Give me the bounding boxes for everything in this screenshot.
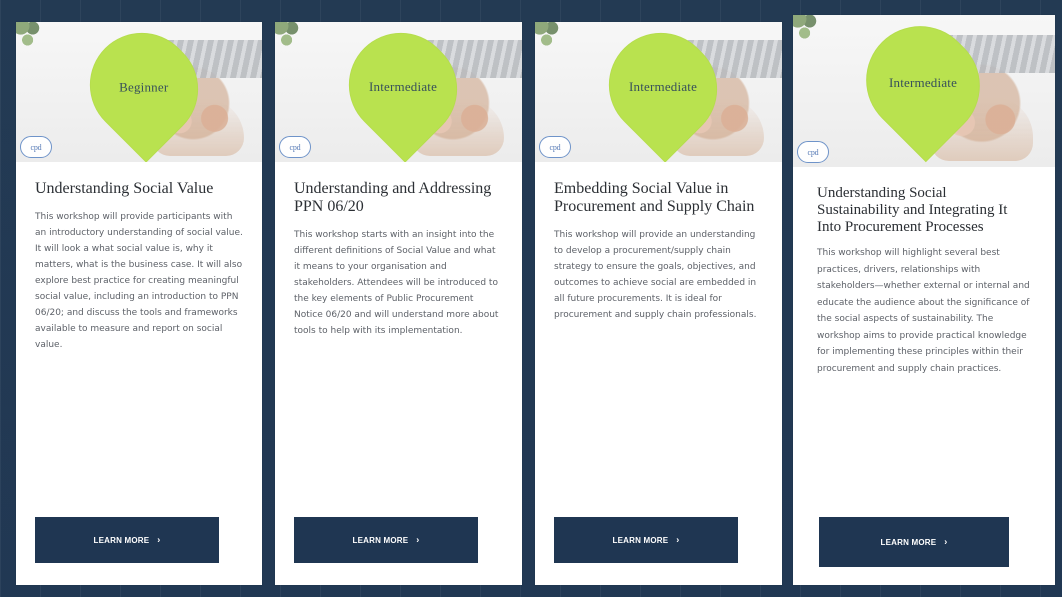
card-hero-image: Intermediate cpd [793, 15, 1055, 167]
card-title: Understanding Social Sustainability and … [817, 185, 1008, 235]
course-card-intermediate-sustainability: Intermediate cpd Understanding Social Su… [793, 15, 1055, 585]
card-description: This workshop will highlight several bes… [817, 248, 1030, 374]
card-title: Understanding and Addressing PPN 06/20 [294, 180, 492, 215]
card-content: Understanding Social Sustainability and … [793, 167, 1055, 377]
card-content: Understanding and Addressing PPN 06/20 T… [275, 162, 522, 339]
card-content: Understanding Social Value This workshop… [16, 162, 262, 353]
course-card-page: Beginner cpd Understanding Social Value … [0, 0, 1062, 597]
plant-icon [793, 15, 825, 51]
learn-more-button[interactable]: LEARN MORE › [819, 517, 1009, 567]
level-badge-label: Intermediate [628, 79, 698, 94]
card-description: This workshop starts with an insight int… [294, 230, 499, 336]
card-title: Understanding Social Value [35, 180, 214, 197]
card-hero-image: Intermediate cpd [275, 22, 522, 162]
cpd-logo-text: cpd [807, 147, 819, 157]
learn-more-button[interactable]: LEARN MORE › [35, 517, 219, 563]
level-badge-label: Intermediate [888, 75, 958, 90]
cpd-logo-text: cpd [549, 142, 561, 152]
cpd-logo-text: cpd [289, 142, 301, 152]
learn-more-button[interactable]: LEARN MORE › [554, 517, 738, 563]
level-badge-label: Intermediate [368, 79, 438, 94]
card-hero-image: Beginner cpd [16, 22, 262, 162]
cpd-logo-text: cpd [30, 142, 42, 152]
learn-more-label: LEARN MORE [880, 537, 937, 547]
course-cards-grid: Beginner cpd Understanding Social Value … [0, 0, 1062, 597]
cpd-logo-icon: cpd [279, 136, 311, 158]
chevron-right-icon: › [416, 534, 420, 544]
learn-more-label: LEARN MORE [93, 535, 150, 545]
chevron-right-icon: › [676, 534, 680, 544]
learn-more-label: LEARN MORE [352, 535, 409, 545]
level-badge-label: Beginner [119, 79, 169, 95]
learn-more-button[interactable]: LEARN MORE › [294, 517, 478, 563]
cpd-logo-icon: cpd [20, 136, 52, 158]
cpd-logo-icon: cpd [539, 136, 571, 158]
cpd-logo-icon: cpd [797, 141, 829, 163]
card-description: This workshop will provide an understand… [554, 230, 757, 320]
card-description: This workshop will provide participants … [35, 212, 243, 350]
chevron-right-icon: › [157, 534, 161, 544]
plant-icon [275, 22, 307, 58]
plant-icon [16, 22, 48, 58]
learn-more-label: LEARN MORE [612, 535, 669, 545]
course-card-beginner: Beginner cpd Understanding Social Value … [16, 22, 262, 585]
card-hero-image: Intermediate cpd [535, 22, 782, 162]
course-card-intermediate-ppn: Intermediate cpd Understanding and Addre… [275, 22, 522, 585]
plant-icon [535, 22, 567, 58]
card-title: Embedding Social Value in Procurement an… [554, 180, 755, 215]
course-card-intermediate-embedding: Intermediate cpd Embedding Social Value … [535, 22, 782, 585]
card-content: Embedding Social Value in Procurement an… [535, 162, 782, 323]
chevron-right-icon: › [944, 536, 948, 546]
